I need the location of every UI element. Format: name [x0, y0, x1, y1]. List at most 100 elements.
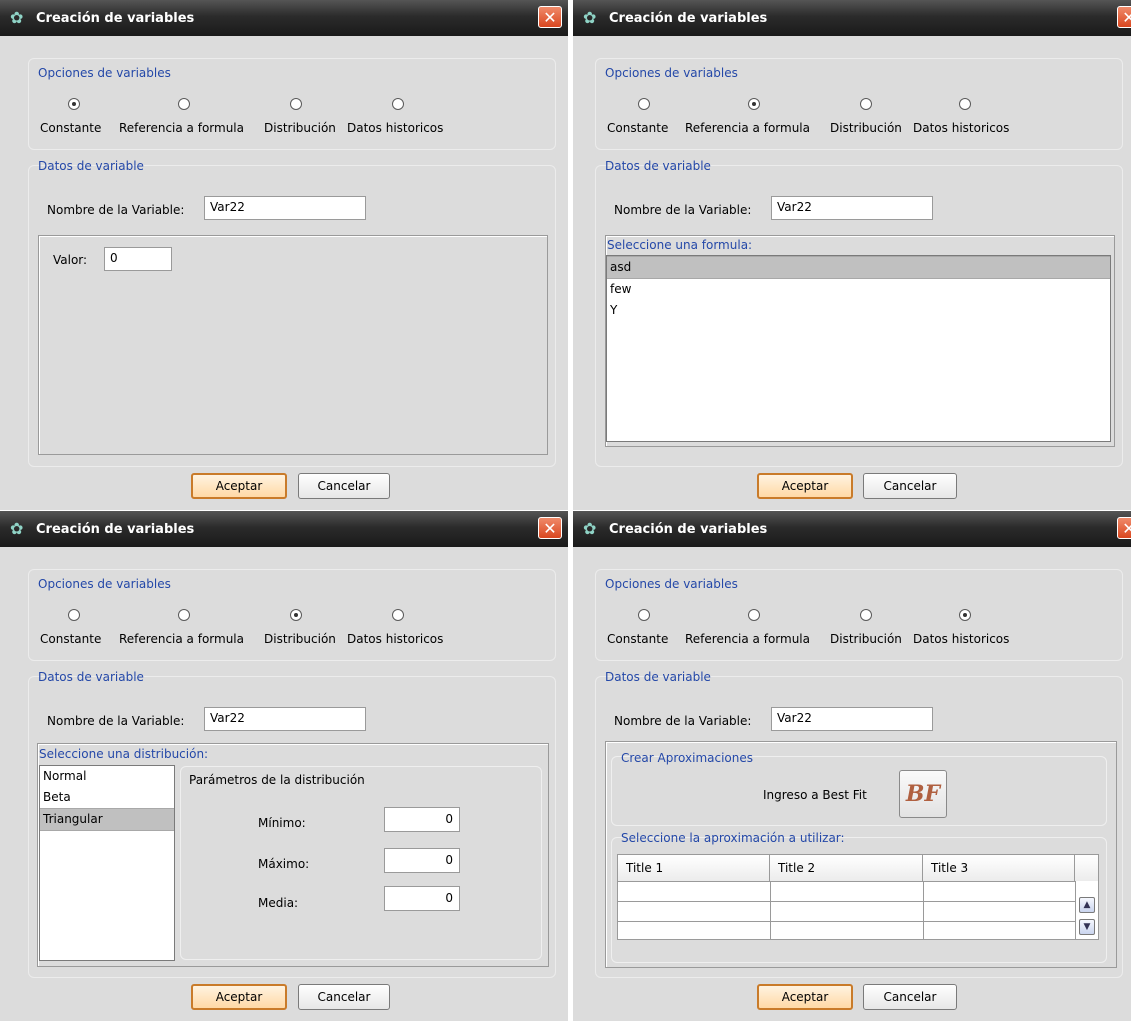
- option-label-distribucion: Distribución: [264, 632, 336, 646]
- radio-constante[interactable]: [638, 98, 650, 110]
- radio-datos-historicos[interactable]: [959, 98, 971, 110]
- media-label: Media:: [258, 896, 299, 910]
- distribution-list[interactable]: Normal Beta Triangular: [39, 765, 175, 961]
- approximations-table[interactable]: Title 1 Title 2 Title 3 ▲ ▼: [617, 854, 1099, 940]
- options-legend: Opciones de variables: [38, 66, 171, 80]
- cancel-button[interactable]: Cancelar: [298, 473, 390, 499]
- radio-referencia-formula[interactable]: [178, 98, 190, 110]
- option-label-datos-historicos: Datos historicos: [913, 632, 1010, 646]
- leaf-app-icon: ✿: [583, 8, 597, 27]
- title-bar[interactable]: ✿ Creación de variables ✕: [0, 511, 568, 547]
- option-label-referencia-formula: Referencia a formula: [119, 121, 244, 135]
- best-fit-icon[interactable]: BF: [899, 770, 947, 818]
- leaf-app-icon: ✿: [10, 8, 24, 27]
- variable-name-input[interactable]: Var22: [771, 707, 933, 731]
- radio-constante[interactable]: [68, 98, 80, 110]
- approximation-select-legend: Seleccione la aproximación a utilizar:: [621, 831, 845, 845]
- close-button[interactable]: ✕: [538, 6, 562, 28]
- radio-referencia-formula[interactable]: [748, 609, 760, 621]
- option-label-distribucion: Distribución: [830, 632, 902, 646]
- variable-name-input[interactable]: Var22: [204, 196, 366, 220]
- parameters-group: [180, 766, 542, 960]
- distribution-legend: Seleccione una distribución:: [39, 747, 209, 761]
- best-fit-label: Ingreso a Best Fit: [763, 788, 867, 802]
- option-label-referencia-formula: Referencia a formula: [685, 632, 810, 646]
- variable-name-label: Nombre de la Variable:: [614, 714, 752, 728]
- maximo-input[interactable]: 0: [384, 848, 460, 873]
- radio-referencia-formula[interactable]: [748, 98, 760, 110]
- distribution-item-selected[interactable]: Triangular: [40, 808, 174, 831]
- title-bar[interactable]: ✿ Creación de variables ✕: [573, 511, 1131, 547]
- formula-list[interactable]: asd few Y: [606, 255, 1111, 442]
- title-bar[interactable]: ✿ Creación de variables ✕: [573, 0, 1131, 36]
- approximations-legend: Crear Aproximaciones: [621, 751, 753, 765]
- cancel-button[interactable]: Cancelar: [863, 473, 957, 499]
- option-label-datos-historicos: Datos historicos: [347, 632, 444, 646]
- window-title: Creación de variables: [609, 11, 768, 26]
- variable-name-label: Nombre de la Variable:: [47, 203, 185, 217]
- leaf-app-icon: ✿: [10, 519, 24, 538]
- accept-button[interactable]: Aceptar: [757, 984, 853, 1010]
- radio-datos-historicos[interactable]: [392, 609, 404, 621]
- scroll-down-button[interactable]: ▼: [1079, 919, 1095, 935]
- option-label-constante: Constante: [607, 632, 669, 646]
- formula-item-selected[interactable]: asd: [607, 256, 1110, 279]
- variable-name-input[interactable]: Var22: [204, 707, 366, 731]
- column-header[interactable]: Title 2: [770, 855, 923, 881]
- column-header[interactable]: Title 1: [618, 855, 770, 881]
- window-title: Creación de variables: [36, 11, 195, 26]
- title-bar[interactable]: ✿ Creación de variables ✕: [0, 0, 568, 36]
- options-legend: Opciones de variables: [605, 66, 738, 80]
- variable-name-input[interactable]: Var22: [771, 196, 933, 220]
- close-button[interactable]: ✕: [538, 517, 562, 539]
- valor-input[interactable]: 0: [104, 247, 172, 271]
- accept-button[interactable]: Aceptar: [191, 984, 287, 1010]
- close-button[interactable]: ✕: [1117, 6, 1131, 28]
- minimo-label: Mínimo:: [258, 816, 306, 830]
- radio-datos-historicos[interactable]: [392, 98, 404, 110]
- variable-data-legend: Datos de variable: [38, 159, 144, 173]
- column-divider: [1075, 881, 1076, 939]
- radio-selected-dot: [294, 613, 298, 617]
- option-label-distribucion: Distribución: [264, 121, 336, 135]
- formula-item[interactable]: few: [607, 279, 1110, 300]
- distribution-item[interactable]: Beta: [40, 787, 174, 808]
- radio-selected-dot: [72, 102, 76, 106]
- dialog-constante: ✿ Creación de variables ✕ 1 Opciones de …: [0, 0, 568, 510]
- radio-distribucion[interactable]: [860, 98, 872, 110]
- radio-distribucion[interactable]: [290, 98, 302, 110]
- table-row[interactable]: [618, 881, 1076, 882]
- option-label-referencia-formula: Referencia a formula: [685, 121, 810, 135]
- accept-button[interactable]: Aceptar: [191, 473, 287, 499]
- formula-item[interactable]: Y: [607, 300, 1110, 321]
- radio-referencia-formula[interactable]: [178, 609, 190, 621]
- close-button[interactable]: ✕: [1117, 517, 1131, 539]
- option-label-constante: Constante: [40, 121, 102, 135]
- cancel-button[interactable]: Cancelar: [863, 984, 957, 1010]
- dialog-datos-historicos: ✿ Creación de variables ✕ 4 Opciones de …: [573, 511, 1131, 1021]
- accept-button[interactable]: Aceptar: [757, 473, 853, 499]
- radio-constante[interactable]: [638, 609, 650, 621]
- radio-selected-dot: [752, 102, 756, 106]
- options-legend: Opciones de variables: [605, 577, 738, 591]
- variable-data-legend: Datos de variable: [605, 670, 711, 684]
- column-divider: [770, 881, 771, 939]
- variable-name-label: Nombre de la Variable:: [614, 203, 752, 217]
- distribution-item[interactable]: Normal: [40, 766, 174, 787]
- table-row[interactable]: [618, 921, 1076, 922]
- option-label-datos-historicos: Datos historicos: [913, 121, 1010, 135]
- option-label-datos-historicos: Datos historicos: [347, 121, 444, 135]
- radio-datos-historicos[interactable]: [959, 609, 971, 621]
- options-legend: Opciones de variables: [38, 577, 171, 591]
- formula-legend: Seleccione una formula:: [607, 238, 753, 252]
- cancel-button[interactable]: Cancelar: [298, 984, 390, 1010]
- scroll-up-button[interactable]: ▲: [1079, 897, 1095, 913]
- radio-distribucion[interactable]: [290, 609, 302, 621]
- radio-constante[interactable]: [68, 609, 80, 621]
- radio-distribucion[interactable]: [860, 609, 872, 621]
- media-input[interactable]: 0: [384, 886, 460, 911]
- minimo-input[interactable]: 0: [384, 807, 460, 832]
- column-header[interactable]: Title 3: [923, 855, 1075, 881]
- option-label-distribucion: Distribución: [830, 121, 902, 135]
- table-row[interactable]: [618, 901, 1076, 902]
